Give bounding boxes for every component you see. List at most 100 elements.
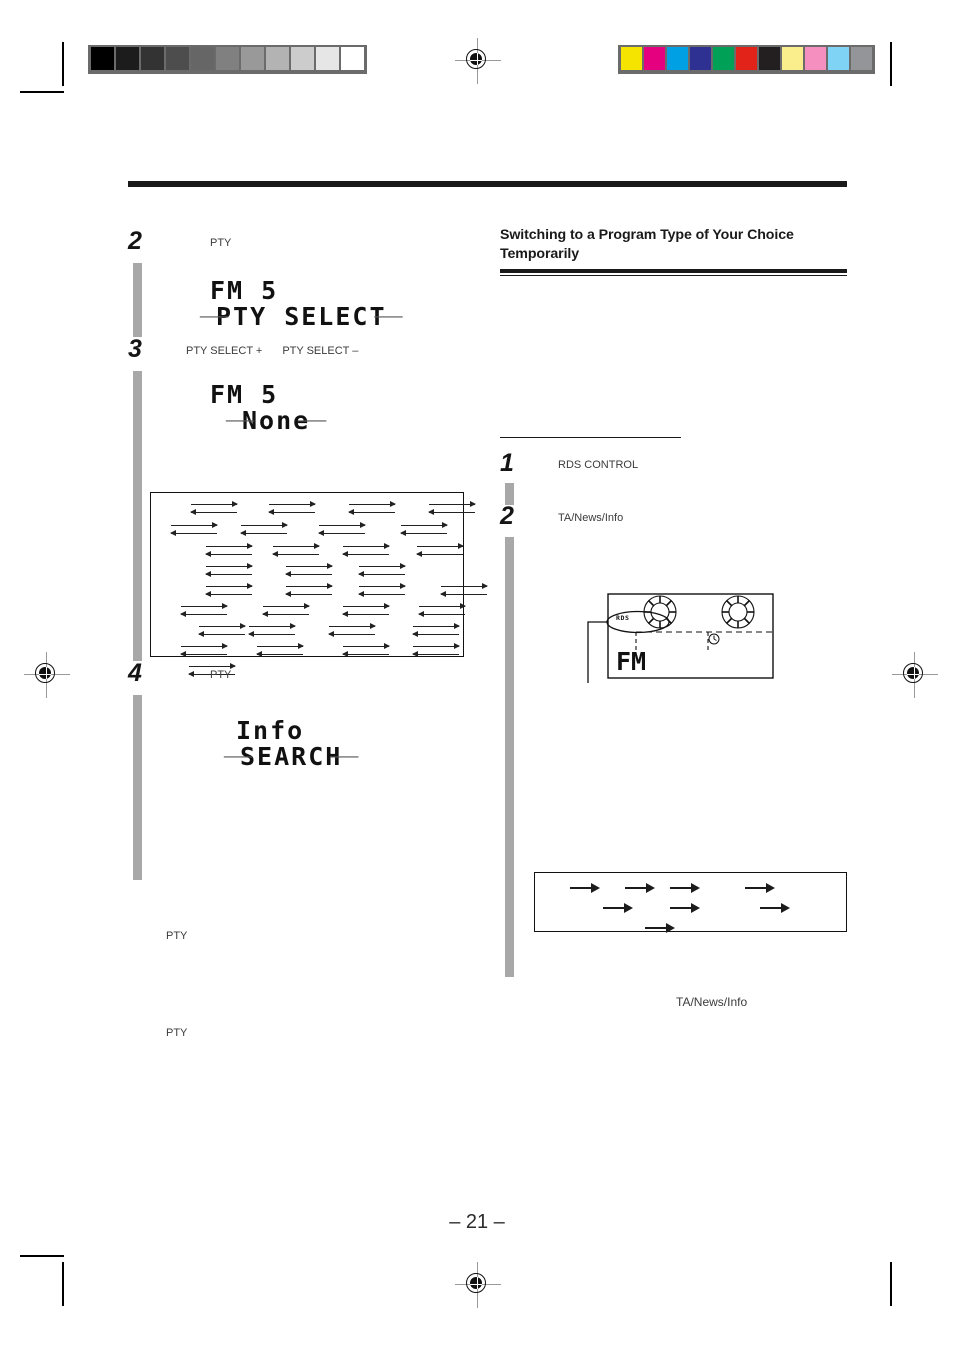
tanewsinfo-sequence-box <box>534 872 847 933</box>
double-arrow-icon <box>412 623 460 639</box>
left-footer-label-1: PTY <box>166 930 188 942</box>
double-arrow-icon <box>205 543 253 559</box>
color-swatch-9 <box>828 47 849 70</box>
crop-mark-bottom-right-vertical <box>890 1262 892 1306</box>
double-arrow-icon <box>205 583 253 599</box>
grayscale-swatch-9 <box>316 47 339 70</box>
right-arrow-icon <box>670 903 700 913</box>
color-swatch-2 <box>667 47 688 70</box>
double-arrow-icon <box>342 603 390 619</box>
band-indicator-text: FM <box>616 647 646 676</box>
step-3-label-plus: PTY SELECT + <box>186 345 263 357</box>
double-arrow-icon <box>342 643 390 659</box>
color-swatch-8 <box>805 47 826 70</box>
step-2-bar <box>133 263 142 337</box>
step-3-bar <box>133 371 142 661</box>
double-arrow-icon <box>272 543 320 559</box>
color-swatch-5 <box>736 47 757 70</box>
double-arrow-icon <box>262 603 310 619</box>
step-4-number: 4 <box>128 659 142 687</box>
section-rule-thick <box>500 269 847 273</box>
double-arrow-icon <box>358 583 406 599</box>
page-number: – 21 – <box>449 1211 505 1233</box>
step-4-label: PTY <box>210 669 232 681</box>
rds-indicator-text: RDS <box>616 614 630 622</box>
right-step-1-label: RDS CONTROL <box>558 459 639 471</box>
lcd-line-2-blinking: SEARCH <box>238 744 344 770</box>
lcd-display-step-3: FM 5 None <box>210 382 312 434</box>
right-arrow-icon <box>670 883 700 893</box>
double-arrow-icon <box>348 501 396 517</box>
double-arrow-icon <box>440 583 488 599</box>
grayscale-calibration-strip <box>88 45 367 74</box>
step-2-number: 2 <box>128 227 142 255</box>
right-arrow-icon <box>760 903 790 913</box>
registration-mark-top-center <box>455 38 501 84</box>
grayscale-swatch-2 <box>141 47 164 70</box>
double-arrow-icon <box>285 563 333 579</box>
lcd-line-2-blinking: None <box>240 408 312 434</box>
color-swatch-3 <box>690 47 711 70</box>
color-swatch-1 <box>644 47 665 70</box>
double-arrow-icon <box>328 623 376 639</box>
crop-mark-bottom-left-horizontal <box>20 1255 64 1257</box>
step-3-label-minus: PTY SELECT – <box>282 345 359 357</box>
grayscale-swatch-7 <box>266 47 289 70</box>
receiver-front-panel-illustration: RDS FM <box>580 588 780 683</box>
right-arrow-icon <box>603 903 633 913</box>
left-footer-label-2: PTY <box>166 1027 188 1039</box>
pty-type-sequence-box <box>150 492 488 678</box>
registration-mark-right-middle <box>892 652 938 698</box>
right-step-1-number: 1 <box>500 449 514 477</box>
color-swatch-6 <box>759 47 780 70</box>
grayscale-swatch-5 <box>216 47 239 70</box>
double-arrow-icon <box>190 501 238 517</box>
crop-mark-top-left-vertical <box>62 42 64 86</box>
color-swatch-7 <box>782 47 803 70</box>
right-step-2-bar <box>505 537 514 977</box>
double-arrow-icon <box>256 643 304 659</box>
right-arrow-icon <box>570 883 600 893</box>
crop-mark-bottom-left-vertical <box>62 1262 64 1306</box>
right-arrow-icon <box>645 923 675 933</box>
step-3-number: 3 <box>128 335 142 363</box>
double-arrow-icon <box>418 603 466 619</box>
step-2-label: PTY <box>210 237 232 249</box>
grayscale-swatch-3 <box>166 47 189 70</box>
lcd-line-1: FM 5 <box>210 276 279 305</box>
grayscale-swatch-0 <box>91 47 114 70</box>
grayscale-swatch-1 <box>116 47 139 70</box>
right-arrow-icon <box>745 883 775 893</box>
lcd-line-1: FM 5 <box>210 380 279 409</box>
double-arrow-icon <box>268 501 316 517</box>
right-step-2-row: 2 TA/News/Info <box>500 502 623 530</box>
double-arrow-icon <box>180 603 228 619</box>
double-arrow-icon <box>205 563 253 579</box>
lcd-line-1: Info <box>236 716 305 745</box>
double-arrow-icon <box>198 623 246 639</box>
double-arrow-icon <box>248 623 296 639</box>
double-arrow-icon <box>285 583 333 599</box>
double-arrow-icon <box>412 643 460 659</box>
color-swatch-0 <box>621 47 642 70</box>
page-header-rule <box>128 181 847 187</box>
right-step-2-number: 2 <box>500 502 514 530</box>
section-heading: Switching to a Program Type of Your Choi… <box>500 227 794 262</box>
crop-mark-top-right-vertical <box>890 42 892 86</box>
lcd-display-step-4: Info SEARCH <box>236 718 344 770</box>
double-arrow-icon <box>428 501 476 517</box>
callout-leader-line <box>587 621 607 683</box>
double-arrow-icon <box>240 522 288 538</box>
double-arrow-icon <box>170 522 218 538</box>
double-arrow-icon <box>400 522 448 538</box>
right-steps-divider <box>500 437 681 439</box>
lcd-display-step-2: FM 5 PTY SELECT <box>210 278 389 330</box>
grayscale-swatch-10 <box>341 47 364 70</box>
color-swatch-4 <box>713 47 734 70</box>
right-arrow-icon <box>625 883 655 893</box>
color-swatch-10 <box>851 47 872 70</box>
crop-mark-top-left-horizontal <box>20 91 64 93</box>
grayscale-swatch-4 <box>191 47 214 70</box>
step-4-bar <box>133 695 142 880</box>
registration-mark-bottom-center <box>455 1262 501 1308</box>
